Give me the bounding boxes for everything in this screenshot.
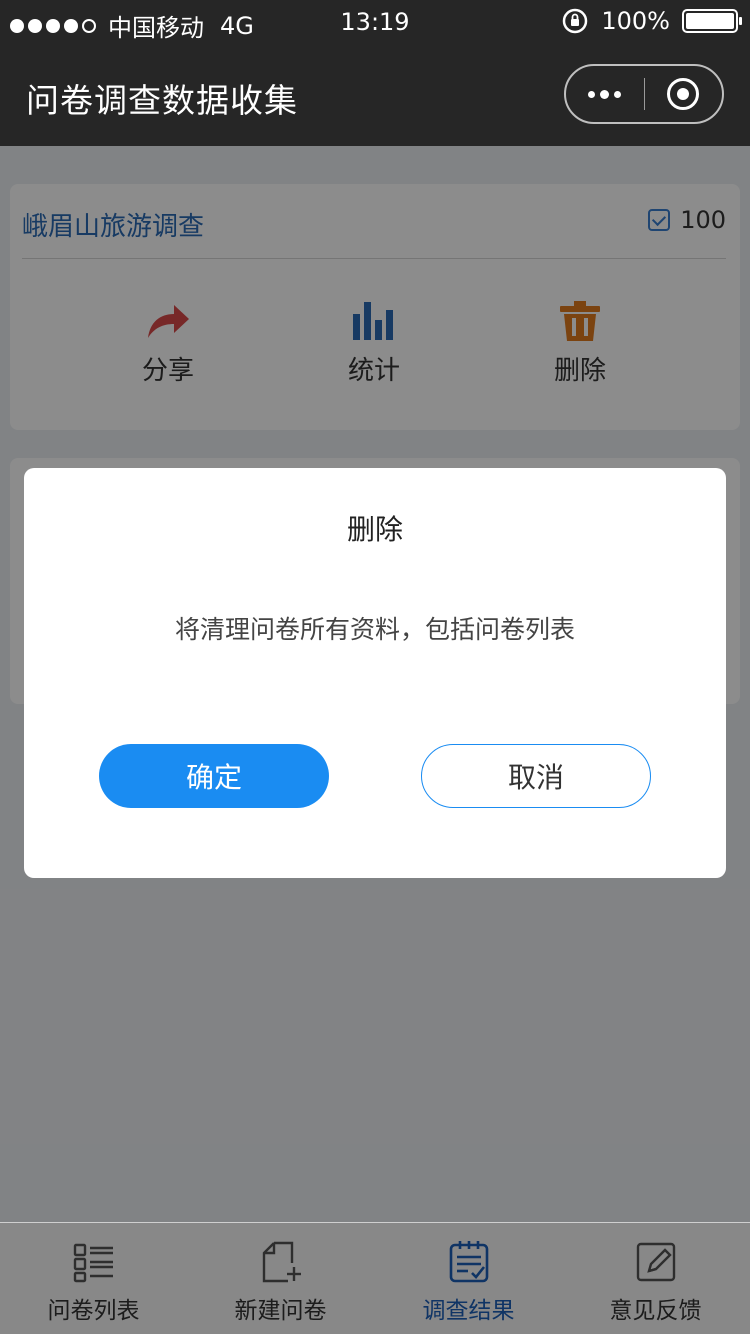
tab-survey-list-label: 问卷列表 bbox=[47, 1298, 140, 1324]
target-icon bbox=[667, 78, 700, 110]
rotation-lock-icon bbox=[563, 8, 588, 34]
edit-icon bbox=[636, 1242, 675, 1282]
status-right: 100% bbox=[561, 7, 742, 35]
cancel-button[interactable]: 取消 bbox=[421, 744, 651, 808]
tab-survey-list[interactable]: 问卷列表 bbox=[0, 1223, 187, 1334]
tab-survey-results-label: 调查结果 bbox=[422, 1298, 515, 1324]
checklist-icon bbox=[449, 1241, 488, 1283]
tab-survey-results[interactable]: 调查结果 bbox=[375, 1223, 562, 1334]
confirm-button[interactable]: 确定 bbox=[99, 744, 329, 808]
list-icon bbox=[73, 1243, 113, 1283]
close-mini-program-button[interactable] bbox=[644, 66, 722, 122]
battery-percent: 100% bbox=[601, 7, 670, 35]
battery-icon bbox=[682, 9, 742, 33]
more-dots-icon[interactable] bbox=[566, 66, 644, 122]
dialog-title: 删除 bbox=[346, 513, 403, 546]
tab-feedback[interactable]: 意见反馈 bbox=[562, 1223, 749, 1334]
tab-feedback-label: 意见反馈 bbox=[609, 1298, 702, 1324]
navigation-bar: 问卷调查数据收集 bbox=[0, 44, 750, 146]
tab-new-survey[interactable]: 新建问卷 bbox=[187, 1223, 374, 1334]
new-document-icon bbox=[262, 1241, 301, 1283]
tab-new-survey-label: 新建问卷 bbox=[234, 1298, 327, 1324]
delete-confirm-dialog: 删除 将清理问卷所有资料，包括问卷列表 确定 取消 bbox=[24, 468, 726, 878]
tab-bar: 问卷列表 新建问卷 调查结果 意见反馈 bbox=[0, 1222, 750, 1334]
dialog-message: 将清理问卷所有资料，包括问卷列表 bbox=[174, 615, 575, 644]
page-title: 问卷调查数据收集 bbox=[26, 81, 298, 120]
app-screen: 中国移动 4G 13:19 100% 问卷调查数据收集 峨眉山旅游调查 100 … bbox=[0, 0, 750, 1334]
status-bar: 中国移动 4G 13:19 100% bbox=[0, 0, 750, 44]
mini-program-capsule bbox=[564, 64, 724, 124]
